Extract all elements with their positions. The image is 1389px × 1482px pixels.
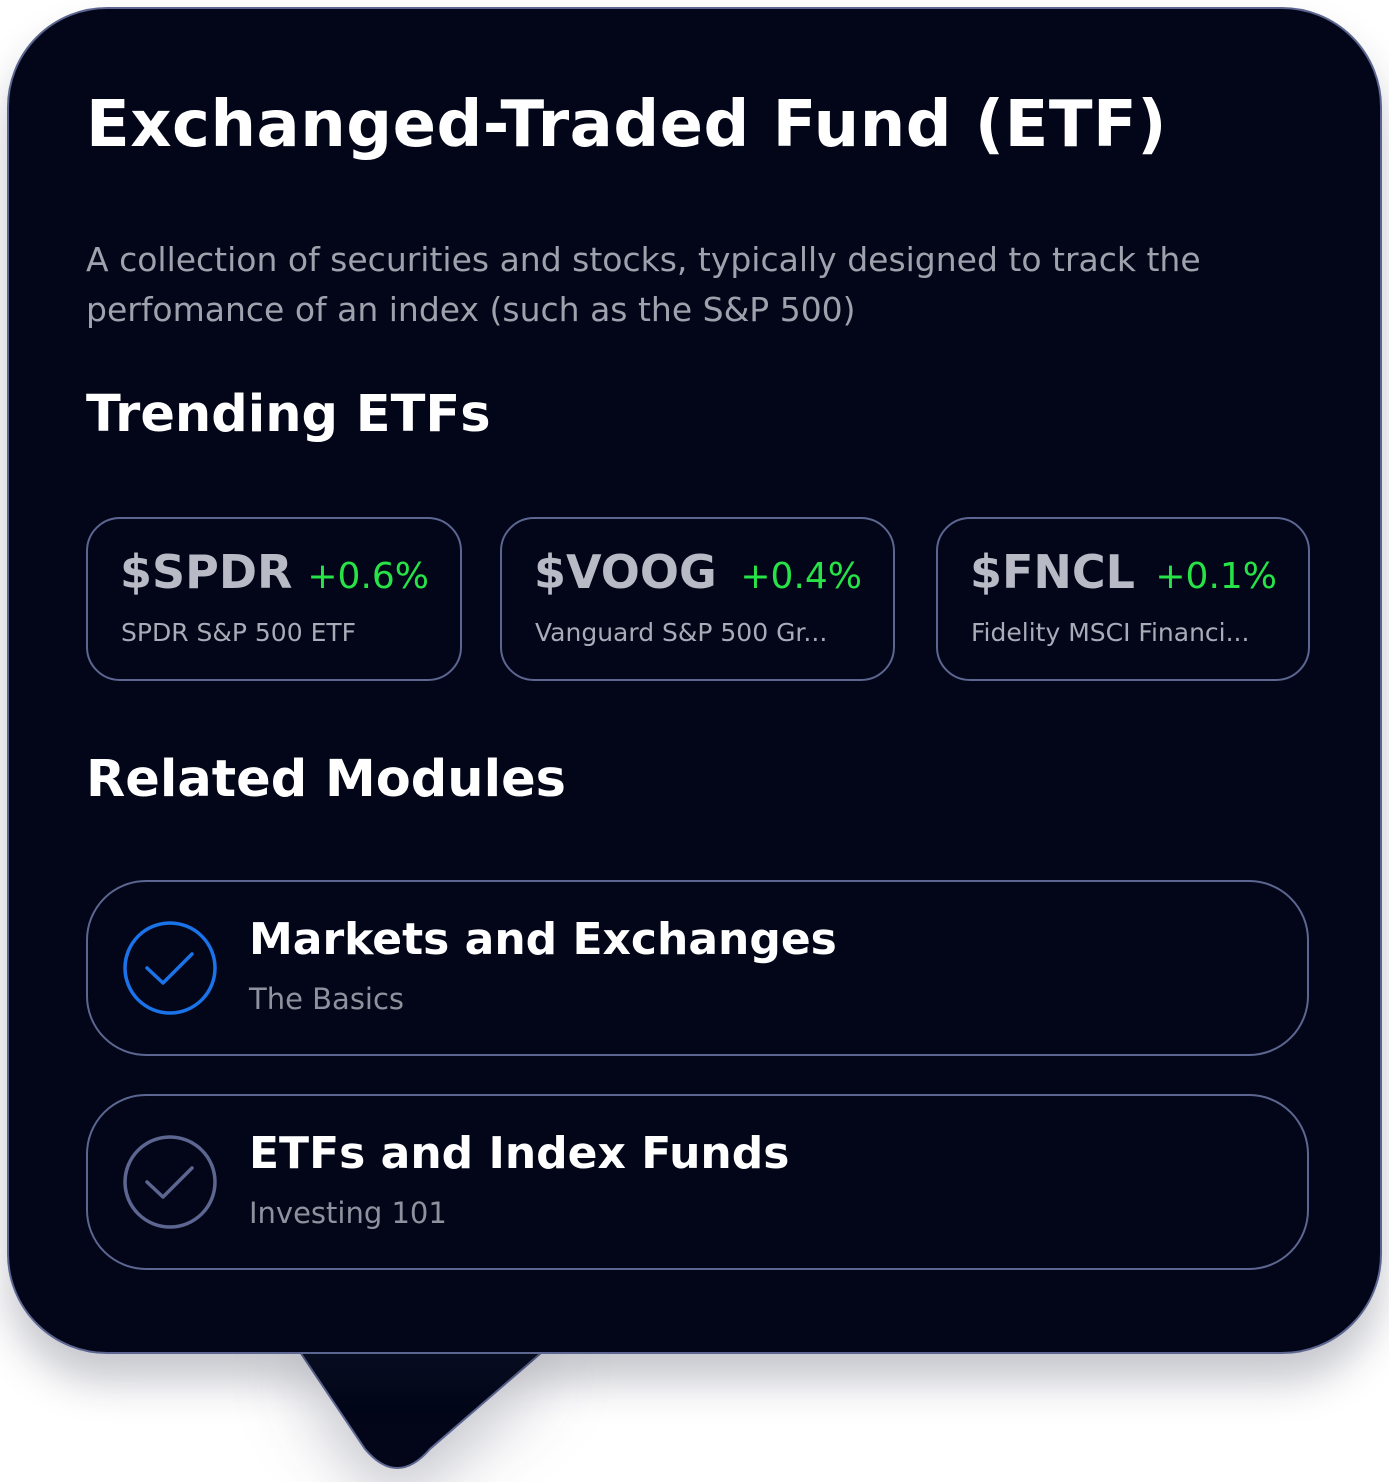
module-title: ETFs and Index Funds [249,1128,790,1179]
module-subtitle: The Basics [249,982,405,1016]
check-circle-icon [123,921,217,1015]
module-subtitle: Investing 101 [249,1196,447,1230]
etf-change: +0.6% [307,556,429,597]
etf-ticker: $VOOG [534,545,717,599]
etf-card-voog[interactable]: $VOOG +0.4% Vanguard S&P 500 Gr... [500,517,895,681]
check-circle-icon [123,1135,217,1229]
etf-info-card: Exchanged-Traded Fund (ETF) A collection… [7,7,1382,1354]
etf-ticker: $FNCL [970,545,1135,599]
etf-name: Vanguard S&P 500 Gr... [535,618,828,647]
page-title: Exchanged-Traded Fund (ETF) [86,88,1167,162]
etf-tooltip: Exchanged-Traded Fund (ETF) A collection… [0,0,1389,1482]
module-card-markets-exchanges[interactable]: Markets and Exchanges The Basics [86,880,1309,1056]
trending-etfs-heading: Trending ETFs [86,385,491,444]
module-card-etfs-index-funds[interactable]: ETFs and Index Funds Investing 101 [86,1094,1309,1270]
etf-card-fncl[interactable]: $FNCL +0.1% Fidelity MSCI Financi... [936,517,1310,681]
etf-name: SPDR S&P 500 ETF [121,618,357,647]
module-title: Markets and Exchanges [249,914,837,965]
etf-card-spdr[interactable]: $SPDR +0.6% SPDR S&P 500 ETF [86,517,462,681]
etf-change: +0.4% [740,556,862,597]
etf-description: A collection of securities and stocks, t… [86,240,1201,329]
etf-ticker: $SPDR [120,545,293,599]
etf-name: Fidelity MSCI Financi... [971,618,1250,647]
related-modules-heading: Related Modules [86,750,567,809]
etf-change: +0.1% [1155,556,1277,597]
